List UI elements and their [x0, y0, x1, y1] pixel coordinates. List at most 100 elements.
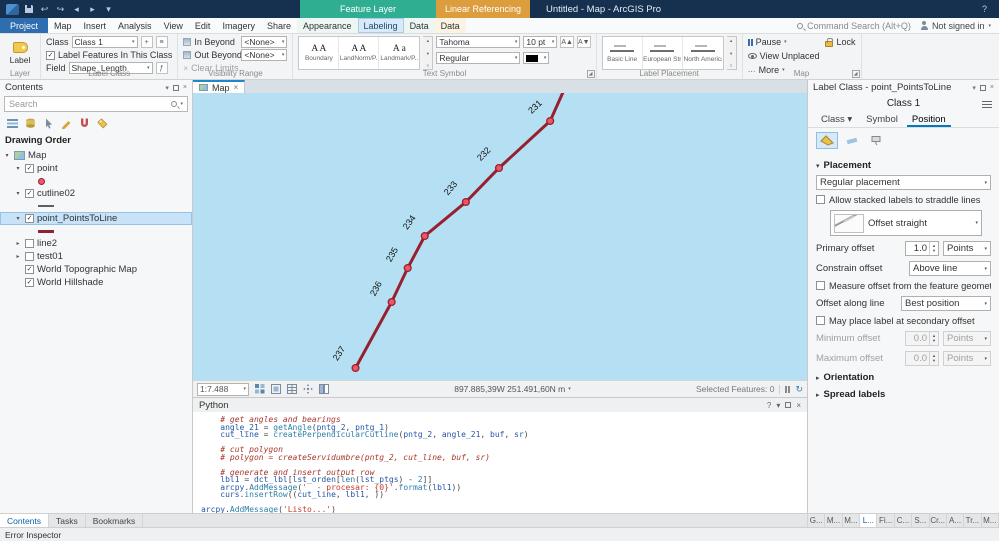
unpin-icon[interactable] — [173, 85, 179, 91]
secondary-offset-checkbox[interactable] — [816, 316, 825, 325]
visibility-checkbox[interactable]: ✓ — [25, 164, 34, 173]
pane-tab-7[interactable]: Cr... — [930, 514, 947, 527]
forward-icon[interactable]: ▸ — [86, 3, 99, 16]
pane-tab-5[interactable]: C... — [895, 514, 912, 527]
add-label-class-icon[interactable]: + — [141, 36, 153, 48]
layer-item-point[interactable]: ▾✓point — [0, 162, 192, 175]
pane-menu-icon[interactable]: ▾ — [776, 401, 780, 410]
straddle-checkbox[interactable] — [816, 195, 825, 204]
visibility-checkbox[interactable]: ✓ — [25, 214, 34, 223]
save-icon[interactable] — [22, 3, 35, 16]
unpin-icon[interactable] — [980, 85, 986, 91]
ribbon-tab-imagery[interactable]: Imagery — [216, 18, 261, 33]
constrain-offset-combo[interactable]: Above line▾ — [909, 261, 991, 276]
dock-tab-tasks[interactable]: Tasks — [49, 514, 86, 527]
shrink-text-icon[interactable]: A▼ — [577, 36, 591, 48]
layer-item-line2[interactable]: ▸line2 — [0, 237, 192, 250]
search-input[interactable] — [9, 99, 168, 109]
map-view-tab[interactable]: Map × — [193, 80, 245, 93]
quick-access-dropdown-icon[interactable]: ▾ — [102, 3, 115, 16]
python-code[interactable]: # get angles and bearings angle_21 = get… — [193, 412, 807, 513]
secondary-offset-checkbox-row[interactable]: May place label at secondary offset — [816, 316, 991, 326]
pane-tab-3[interactable]: L... — [860, 514, 877, 527]
float-icon[interactable] — [785, 402, 791, 408]
close-icon[interactable]: × — [183, 84, 187, 91]
layer-symbol-row[interactable] — [0, 175, 192, 187]
ribbon-tab-view[interactable]: View — [158, 18, 189, 33]
ribbon-tab-project[interactable]: Project — [0, 18, 48, 33]
label-button[interactable]: Label — [5, 36, 35, 70]
visibility-checkbox[interactable] — [25, 252, 34, 261]
placement-section-header[interactable]: ▾Placement — [816, 160, 991, 171]
pane-tab-9[interactable]: Tr... — [964, 514, 981, 527]
ribbon-tab-analysis[interactable]: Analysis — [112, 18, 158, 33]
text-symbol-gallery-scroll[interactable]: ▲▼≡ — [423, 36, 433, 70]
pause-button[interactable]: Pause▾ — [748, 36, 820, 48]
extent-icon[interactable] — [270, 384, 281, 395]
font-style-combo[interactable]: Regular▾ — [436, 52, 520, 64]
orientation-section-header[interactable]: ▸Orientation — [816, 372, 991, 383]
sign-in-button[interactable]: Not signed in ▾ — [921, 21, 991, 31]
visibility-checkbox[interactable]: ✓ — [25, 265, 34, 274]
offset-along-line-combo[interactable]: Best position▾ — [901, 296, 991, 311]
scale-combo[interactable]: 1:7.488▾ — [197, 383, 249, 396]
ribbon-tab-map[interactable]: Map — [48, 18, 78, 33]
measure-checkbox-row[interactable]: Measure offset from the feature geometry — [816, 281, 991, 291]
rotation-style-icon[interactable] — [841, 132, 863, 149]
pan-icon[interactable] — [302, 384, 313, 395]
visibility-checkbox[interactable]: ✓ — [25, 278, 34, 287]
primary-offset-unit-combo[interactable]: Points▾ — [943, 241, 991, 256]
primary-offset-input[interactable]: 1.0▲▼ — [905, 241, 939, 256]
minimum-offset-unit-combo[interactable]: Points▾ — [943, 331, 991, 346]
ribbon-tab-insert[interactable]: Insert — [78, 18, 113, 33]
pane-menu-icon[interactable]: ▾ — [165, 84, 169, 92]
layer-item-cutline02[interactable]: ▾✓cutline02 — [0, 187, 192, 200]
pane-tab-8[interactable]: A... — [947, 514, 964, 527]
placement-style-north-american-str-[interactable]: North American Str... — [683, 37, 723, 69]
minimum-offset-input[interactable]: 0.0▲▼ — [905, 331, 939, 346]
spread-labels-section-header[interactable]: ▸Spread labels — [816, 389, 991, 400]
pane-menu-icon[interactable]: ▾ — [972, 84, 976, 92]
placement-type-combo[interactable]: Regular placement▾ — [816, 175, 991, 190]
ribbon-tab-data[interactable]: Data — [435, 18, 466, 33]
label-pane-tab-symbol[interactable]: Symbol — [861, 114, 903, 127]
close-icon[interactable]: × — [990, 84, 994, 91]
placement-style-european-streets[interactable]: European Streets — [643, 37, 683, 69]
layer-item-point-pointstoline[interactable]: ▾✓point_PointsToLine — [0, 212, 192, 225]
placement-gallery-scroll[interactable]: ▲▼≡ — [727, 36, 737, 70]
label-pane-tab-class[interactable]: Class ▾ — [816, 114, 857, 127]
pane-tab-4[interactable]: Fi... — [877, 514, 894, 527]
list-by-snapping-icon[interactable] — [78, 117, 90, 129]
visibility-checkbox[interactable] — [25, 239, 34, 248]
ribbon-tab-edit[interactable]: Edit — [189, 18, 217, 33]
spinner-icon[interactable]: ▲▼ — [929, 242, 938, 255]
table-icon[interactable] — [286, 384, 297, 395]
scroll-up-icon[interactable]: ▲ — [426, 38, 430, 43]
position-style-icon[interactable] — [816, 132, 838, 149]
spinner-icon[interactable]: ▲▼ — [929, 332, 938, 345]
placement-style-basic-line[interactable]: Basic Line — [603, 37, 643, 69]
label-features-checkbox[interactable]: ✓ — [46, 51, 55, 60]
visibility-checkbox[interactable]: ✓ — [25, 189, 34, 198]
split-icon[interactable] — [318, 384, 329, 395]
search-dropdown-icon[interactable]: ▾ — [180, 101, 183, 107]
command-search[interactable]: Command Search (Alt+Q) — [797, 21, 911, 31]
error-inspector-button[interactable]: Error Inspector — [5, 530, 61, 540]
layer-symbol-row[interactable] — [0, 200, 192, 212]
dock-tab-contents[interactable]: Contents — [0, 514, 49, 527]
grid-icon[interactable] — [254, 384, 265, 395]
scroll-down-icon[interactable]: ▼ — [729, 51, 733, 56]
help-icon[interactable]: ? — [767, 401, 771, 410]
list-by-editing-icon[interactable] — [60, 117, 72, 129]
menu-icon[interactable] — [982, 101, 992, 108]
layer-item-map[interactable]: ▾Map — [0, 149, 192, 162]
close-icon[interactable]: × — [796, 401, 801, 410]
ribbon-tab-appearance[interactable]: Appearance — [297, 18, 358, 33]
label-class-menu-icon[interactable]: ≡ — [156, 36, 168, 48]
layer-item-world-topographic-map[interactable]: ✓World Topographic Map — [0, 263, 192, 276]
close-icon[interactable]: × — [234, 83, 239, 92]
pane-tab-2[interactable]: M... — [843, 514, 860, 527]
ribbon-tab-share[interactable]: Share — [261, 18, 297, 33]
scroll-down-icon[interactable]: ▼ — [426, 51, 430, 56]
view-unplaced-button[interactable]: View Unplaced — [748, 50, 820, 62]
